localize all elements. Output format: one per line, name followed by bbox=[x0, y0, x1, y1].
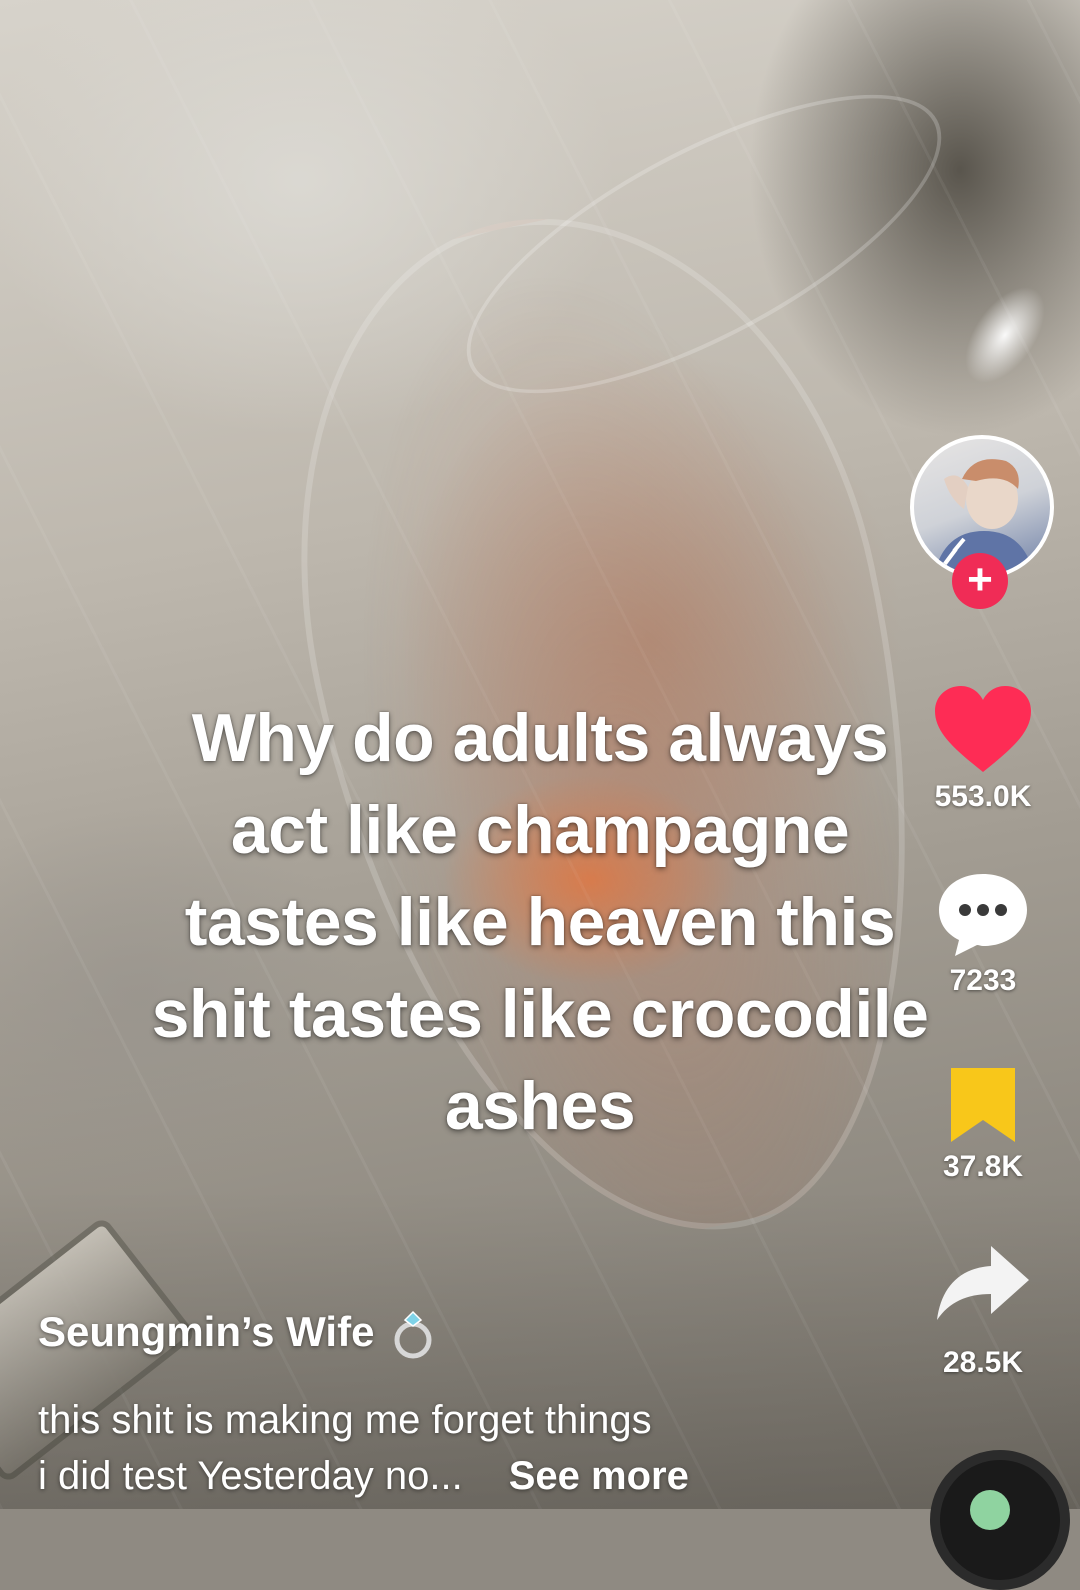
music-disc-center bbox=[970, 1490, 1010, 1530]
bookmark-icon bbox=[951, 1068, 1015, 1142]
caption-line: Why do adults always bbox=[191, 700, 889, 776]
creator-avatar-group[interactable]: + bbox=[910, 435, 1056, 609]
share-icon bbox=[937, 1246, 1029, 1320]
like-button[interactable]: 553.0K bbox=[898, 684, 1068, 814]
see-more-button[interactable]: See more bbox=[509, 1454, 689, 1498]
creator-username[interactable]: Seungmin’s Wife bbox=[38, 1308, 436, 1360]
like-count: 553.0K bbox=[934, 780, 1032, 813]
description-line: this shit is making me forget things bbox=[38, 1398, 652, 1442]
video-caption: Why do adults always act like champagne … bbox=[90, 692, 990, 1152]
video-description[interactable]: this shit is making me forget things i d… bbox=[38, 1392, 798, 1504]
share-button[interactable]: 28.5K bbox=[898, 1242, 1068, 1380]
bookmark-button[interactable]: 37.8K bbox=[898, 1064, 1068, 1184]
ring-icon bbox=[394, 1310, 432, 1359]
caption-line: tastes like heaven this bbox=[184, 884, 896, 960]
comment-count: 7233 bbox=[949, 964, 1017, 997]
follow-button[interactable]: + bbox=[952, 553, 1008, 609]
heart-icon bbox=[935, 686, 1031, 772]
caption-line: act like champagne bbox=[230, 792, 850, 868]
comment-icon bbox=[939, 874, 1027, 956]
share-count: 28.5K bbox=[942, 1346, 1024, 1379]
save-count: 37.8K bbox=[942, 1150, 1024, 1183]
username-text: Seungmin’s Wife bbox=[38, 1308, 375, 1355]
music-disc-icon[interactable] bbox=[930, 1450, 1070, 1590]
comment-button[interactable]: 7233 bbox=[898, 870, 1068, 998]
caption-line: ashes bbox=[444, 1068, 636, 1144]
caption-line: shit tastes like crocodile bbox=[151, 976, 929, 1052]
description-line: i did test Yesterday no... bbox=[38, 1454, 463, 1498]
